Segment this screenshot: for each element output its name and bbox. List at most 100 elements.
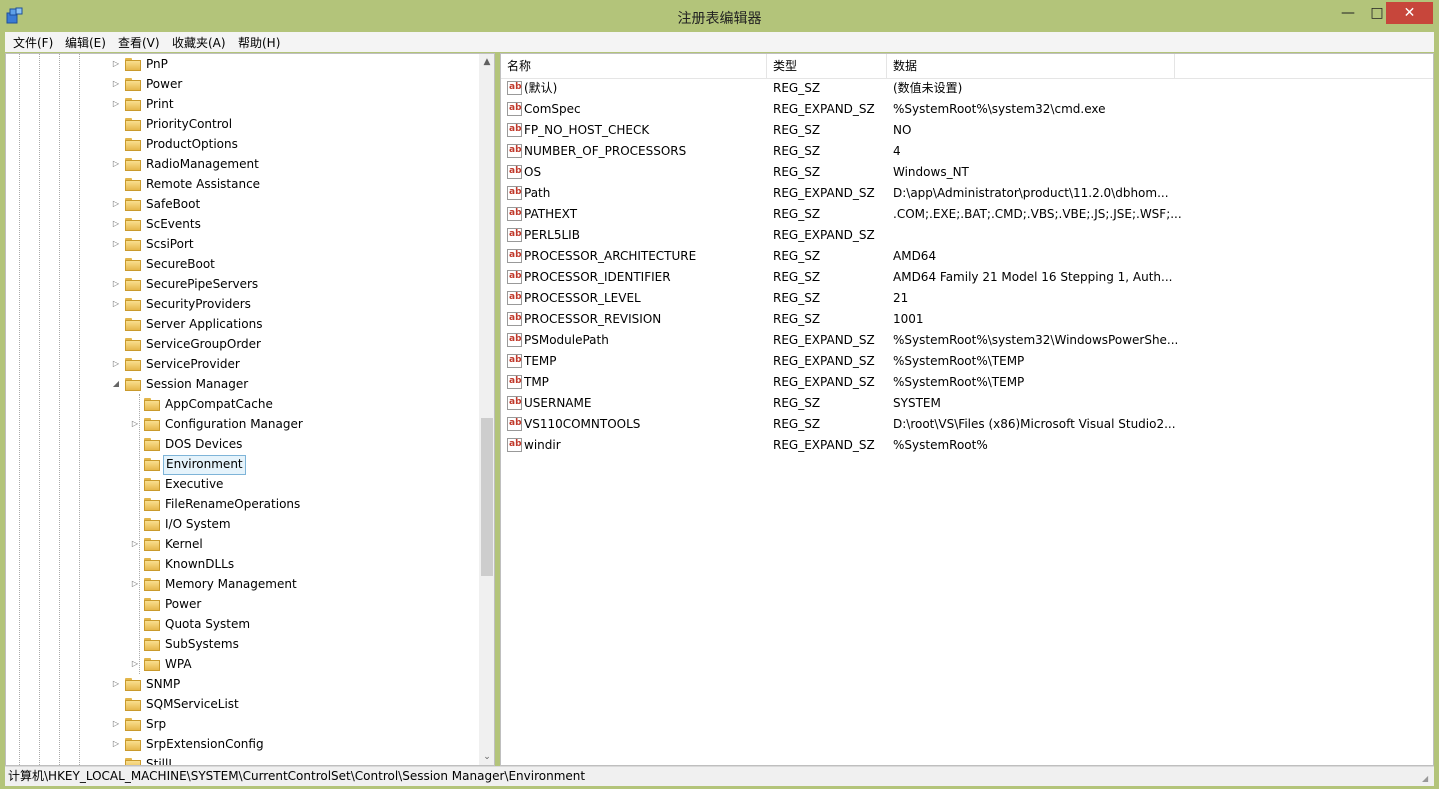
menu-view[interactable]: 查看(V) bbox=[118, 34, 160, 51]
tree-node[interactable]: ▷ Memory Management bbox=[6, 574, 476, 594]
value-row[interactable]: ab (默认) REG_SZ (数值未设置) bbox=[501, 78, 1433, 99]
value-row[interactable]: ab TMP REG_EXPAND_SZ %SystemRoot%\TEMP bbox=[501, 372, 1433, 393]
tree-node-label[interactable]: DOS Devices bbox=[163, 434, 244, 454]
expand-arrow-icon[interactable]: ▷ bbox=[111, 294, 121, 314]
value-name[interactable]: (默认) bbox=[524, 78, 764, 99]
value-name[interactable]: NUMBER_OF_PROCESSORS bbox=[524, 141, 764, 162]
tree-node-label[interactable]: Memory Management bbox=[163, 574, 299, 594]
tree-node-label[interactable]: SecurePipeServers bbox=[144, 274, 260, 294]
tree-node[interactable]: KnownDLLs bbox=[6, 554, 476, 574]
menu-help[interactable]: 帮助(H) bbox=[238, 34, 280, 51]
tree-node-label[interactable]: I/O System bbox=[163, 514, 233, 534]
value-name[interactable]: VS110COMNTOOLS bbox=[524, 414, 764, 435]
tree-node[interactable]: ▷ WPA bbox=[6, 654, 476, 674]
collapse-arrow-icon[interactable]: ◢ bbox=[111, 374, 121, 394]
tree-node[interactable]: FileRenameOperations bbox=[6, 494, 476, 514]
value-row[interactable]: ab PROCESSOR_ARCHITECTURE REG_SZ AMD64 bbox=[501, 246, 1433, 267]
tree-node-label[interactable]: Executive bbox=[163, 474, 225, 494]
registry-tree-pane[interactable]: ▷ PnP ▷ Power ▷ Print PriorityControl ProductOp… bbox=[5, 53, 495, 766]
tree-node[interactable]: ▷ ScsiPort bbox=[6, 234, 476, 254]
tree-node[interactable]: Power bbox=[6, 594, 476, 614]
value-name[interactable]: OS bbox=[524, 162, 764, 183]
value-row[interactable]: ab OS REG_SZ Windows_NT bbox=[501, 162, 1433, 183]
tree-node-label[interactable]: SQMServiceList bbox=[144, 694, 241, 714]
tree-node[interactable]: ▷ Power bbox=[6, 74, 476, 94]
expand-arrow-icon[interactable]: ▷ bbox=[130, 414, 140, 434]
tree-node-label[interactable]: ServiceGroupOrder bbox=[144, 334, 263, 354]
value-name[interactable]: PSModulePath bbox=[524, 330, 764, 351]
expand-arrow-icon[interactable]: ▷ bbox=[111, 94, 121, 114]
tree-node-label[interactable]: RadioManagement bbox=[144, 154, 261, 174]
tree-node[interactable]: Server Applications bbox=[6, 314, 476, 334]
tree-node[interactable]: ▷ Configuration Manager bbox=[6, 414, 476, 434]
close-button[interactable]: ✕ bbox=[1386, 2, 1433, 24]
tree-node-label[interactable]: Environment bbox=[163, 455, 246, 475]
expand-arrow-icon[interactable]: ▷ bbox=[111, 54, 121, 74]
tree-vertical-scrollbar[interactable]: ▲ ⌄ bbox=[479, 54, 494, 765]
value-row[interactable]: ab PROCESSOR_REVISION REG_SZ 1001 bbox=[501, 309, 1433, 330]
tree-node[interactable]: Remote Assistance bbox=[6, 174, 476, 194]
tree-node[interactable]: ▷ SafeBoot bbox=[6, 194, 476, 214]
value-name[interactable]: ComSpec bbox=[524, 99, 764, 120]
value-name[interactable]: TEMP bbox=[524, 351, 764, 372]
value-row[interactable]: ab ComSpec REG_EXPAND_SZ %SystemRoot%\syste… bbox=[501, 99, 1433, 120]
tree-node-label[interactable]: Power bbox=[163, 594, 203, 614]
value-row[interactable]: ab VS110COMNTOOLS REG_SZ D:\root\VS\Files (… bbox=[501, 414, 1433, 435]
tree-node-label[interactable]: KnownDLLs bbox=[163, 554, 236, 574]
tree-node-label[interactable]: AppCompatCache bbox=[163, 394, 275, 414]
tree-node[interactable]: Executive bbox=[6, 474, 476, 494]
tree-node[interactable]: DOS Devices bbox=[6, 434, 476, 454]
tree-node-label[interactable]: ServiceProvider bbox=[144, 354, 242, 374]
tree-node[interactable]: SecureBoot bbox=[6, 254, 476, 274]
tree-node-label[interactable]: Session Manager bbox=[144, 374, 250, 394]
tree-node[interactable]: Environment bbox=[6, 454, 476, 475]
value-name[interactable]: FP_NO_HOST_CHECK bbox=[524, 120, 764, 141]
expand-arrow-icon[interactable]: ▷ bbox=[111, 734, 121, 754]
tree-node-label[interactable]: Srp bbox=[144, 714, 168, 734]
tree-node[interactable]: AppCompatCache bbox=[6, 394, 476, 414]
value-row[interactable]: ab NUMBER_OF_PROCESSORS REG_SZ 4 bbox=[501, 141, 1433, 162]
tree-node[interactable]: ▷ SrpExtensionConfig bbox=[6, 734, 476, 754]
expand-arrow-icon[interactable]: ▷ bbox=[111, 274, 121, 294]
tree-node[interactable]: ▷ Kernel bbox=[6, 534, 476, 554]
expand-arrow-icon[interactable]: ▷ bbox=[130, 654, 140, 674]
value-name[interactable]: PROCESSOR_ARCHITECTURE bbox=[524, 246, 764, 267]
value-row[interactable]: ab PROCESSOR_IDENTIFIER REG_SZ AMD64 Family… bbox=[501, 267, 1433, 288]
expand-arrow-icon[interactable]: ▷ bbox=[111, 714, 121, 734]
tree-node[interactable]: ▷ PnP bbox=[6, 54, 476, 74]
expand-arrow-icon[interactable]: ▷ bbox=[111, 354, 121, 374]
tree-node-label[interactable]: FileRenameOperations bbox=[163, 494, 302, 514]
resize-grip-icon[interactable]: ◢ bbox=[1422, 774, 1432, 784]
value-name[interactable]: USERNAME bbox=[524, 393, 764, 414]
tree-node-label[interactable]: Kernel bbox=[163, 534, 205, 554]
tree-node-label[interactable]: Quota System bbox=[163, 614, 252, 634]
tree-node[interactable]: I/O System bbox=[6, 514, 476, 534]
value-row[interactable]: ab windir REG_EXPAND_SZ %SystemRoot% bbox=[501, 435, 1433, 456]
tree-node-label[interactable]: PriorityControl bbox=[144, 114, 234, 134]
tree-node[interactable]: PriorityControl bbox=[6, 114, 476, 134]
value-name[interactable]: TMP bbox=[524, 372, 764, 393]
tree-node[interactable]: ▷ SecurePipeServers bbox=[6, 274, 476, 294]
tree-node[interactable]: ▷ SecurityProviders bbox=[6, 294, 476, 314]
value-row[interactable]: ab PATHEXT REG_SZ .COM;.EXE;.BAT;.CMD;.VBS;… bbox=[501, 204, 1433, 225]
value-row[interactable]: ab Path REG_EXPAND_SZ D:\app\Administrator\… bbox=[501, 183, 1433, 204]
tree-node-label[interactable]: Power bbox=[144, 74, 184, 94]
tree-node-label[interactable]: SNMP bbox=[144, 674, 182, 694]
value-row[interactable]: ab TEMP REG_EXPAND_SZ %SystemRoot%\TEMP bbox=[501, 351, 1433, 372]
expand-arrow-icon[interactable]: ▷ bbox=[111, 154, 121, 174]
column-header-data[interactable]: 数据 bbox=[887, 54, 1175, 78]
tree-node-label[interactable]: PnP bbox=[144, 54, 170, 74]
column-header-type[interactable]: 类型 bbox=[767, 54, 887, 78]
value-name[interactable]: PERL5LIB bbox=[524, 225, 764, 246]
menu-favorites[interactable]: 收藏夹(A) bbox=[172, 34, 226, 51]
tree-node[interactable]: Quota System bbox=[6, 614, 476, 634]
value-name[interactable]: PROCESSOR_REVISION bbox=[524, 309, 764, 330]
tree-node-label[interactable]: Server Applications bbox=[144, 314, 264, 334]
value-name[interactable]: Path bbox=[524, 183, 764, 204]
scroll-up-arrow-icon[interactable]: ▲ bbox=[479, 54, 494, 70]
value-row[interactable]: ab USERNAME REG_SZ SYSTEM bbox=[501, 393, 1433, 414]
value-row[interactable]: ab PROCESSOR_LEVEL REG_SZ 21 bbox=[501, 288, 1433, 309]
tree-node[interactable]: ▷ ScEvents bbox=[6, 214, 476, 234]
tree-node[interactable]: ProductOptions bbox=[6, 134, 476, 154]
expand-arrow-icon[interactable]: ▷ bbox=[111, 674, 121, 694]
